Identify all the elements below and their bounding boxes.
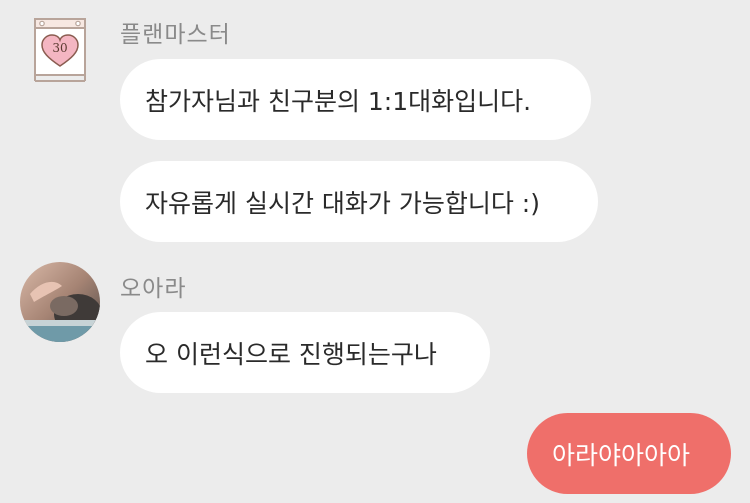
message-text: 자유롭게 실시간 대화가 가능합니다 :) bbox=[145, 188, 540, 218]
calendar-heart-icon: 30 bbox=[34, 18, 86, 82]
sender-name-friend: 오아라 bbox=[120, 276, 187, 302]
message-bubble[interactable]: 참가자님과 친구분의 1:1대화입니다. bbox=[120, 59, 591, 140]
message-text: 아라야아아아 bbox=[552, 440, 691, 470]
my-message-bubble[interactable]: 아라야아아아 bbox=[527, 413, 731, 494]
message-bubble[interactable]: 오 이런식으로 진행되는구나 bbox=[120, 312, 490, 393]
calendar-day-number: 30 bbox=[52, 41, 67, 55]
friend-avatar[interactable] bbox=[20, 262, 100, 342]
message-text: 오 이런식으로 진행되는구나 bbox=[145, 339, 437, 369]
sender-name-planner: 플랜마스터 bbox=[120, 22, 231, 48]
cat-photo bbox=[20, 262, 100, 342]
planner-avatar[interactable]: 30 bbox=[20, 16, 100, 96]
message-bubble[interactable]: 자유롭게 실시간 대화가 가능합니다 :) bbox=[120, 161, 598, 242]
message-text: 참가자님과 친구분의 1:1대화입니다. bbox=[145, 86, 532, 116]
